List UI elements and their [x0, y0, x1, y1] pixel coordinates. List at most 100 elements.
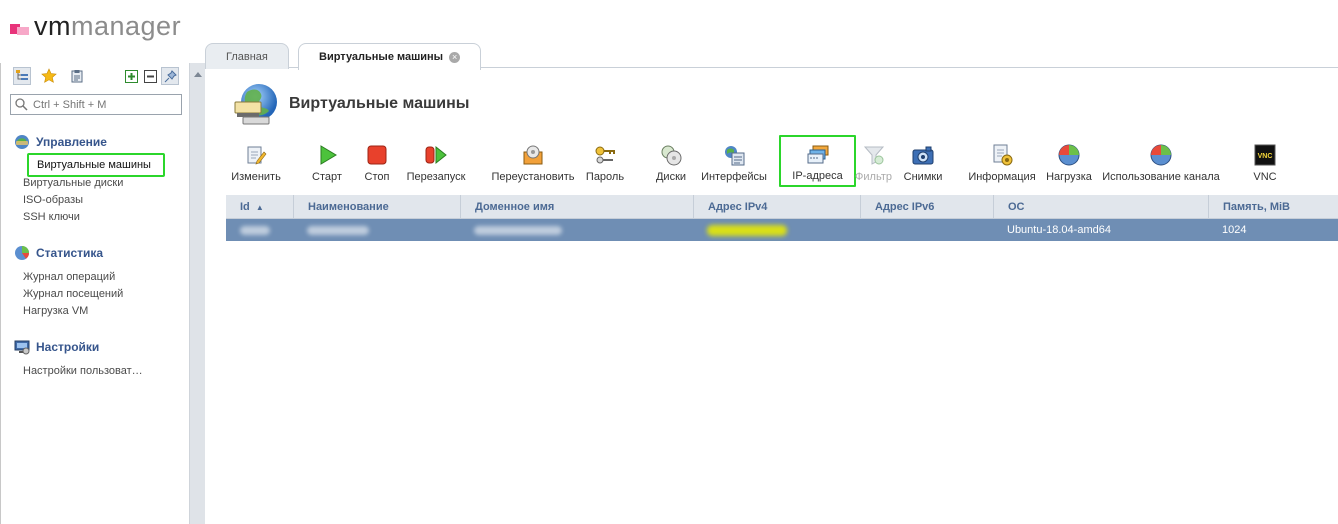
tab-virtual-machines-label: Виртуальные машины — [319, 51, 444, 63]
restart-button[interactable]: Перезапуск — [406, 144, 466, 186]
info-button[interactable]: Информация — [968, 144, 1036, 186]
pin-icon[interactable] — [161, 67, 179, 85]
load-button-label: Нагрузка — [1046, 171, 1092, 183]
load-button[interactable]: Нагрузка — [1046, 144, 1092, 186]
password-button[interactable]: Пароль — [585, 144, 625, 186]
ip-addresses-button[interactable]: IP-адреса — [779, 135, 856, 187]
section-management[interactable]: Управление — [14, 133, 107, 151]
clipboard-icon[interactable] — [68, 67, 86, 85]
logo-text-vm: vm — [34, 10, 71, 41]
cell-memory: 1024 — [1222, 224, 1247, 236]
camera-icon — [912, 146, 934, 165]
search-box[interactable] — [10, 94, 182, 115]
sidebar-item-user-settings[interactable]: Настройки пользоват… — [23, 365, 143, 377]
redacted-ipv4 — [707, 224, 787, 236]
restart-button-label: Перезапуск — [406, 171, 466, 183]
sidebar-item-vm-load[interactable]: Нагрузка VM — [23, 305, 88, 317]
sort-ascending-icon: ▲ — [255, 203, 264, 212]
table-row[interactable]: Ubuntu-18.04-amd64 1024 — [226, 219, 1338, 241]
stop-button[interactable]: Стоп — [362, 144, 392, 186]
section-title-statistics: Статистика — [36, 246, 104, 260]
cell-ipv4 — [693, 219, 860, 241]
sidebar-splitter[interactable] — [189, 63, 205, 524]
filter-button-label: Фильтр — [855, 171, 892, 183]
sidebar-item-operations-log[interactable]: Журнал операций — [23, 271, 115, 283]
interfaces-button-label: Интерфейсы — [701, 171, 767, 183]
edit-button[interactable]: Изменить — [231, 144, 281, 186]
tab-virtual-machines[interactable]: Виртуальные машины × — [298, 43, 482, 70]
vmmanager-logo: vmmanager — [8, 10, 181, 42]
stop-button-label: Стоп — [364, 171, 390, 183]
interfaces-button[interactable]: Интерфейсы — [700, 144, 768, 186]
table-header: Id ▲ Наименование Доменное имя Адрес IPv… — [226, 195, 1338, 219]
section-statistics[interactable]: Статистика — [14, 244, 103, 262]
expand-all-icon[interactable] — [122, 67, 140, 85]
favorites-star-icon[interactable] — [40, 67, 58, 85]
close-tab-icon[interactable]: × — [449, 51, 461, 63]
svg-text:VNC: VNC — [1258, 153, 1273, 160]
vnc-button[interactable]: VNC VNC — [1250, 144, 1280, 186]
page-title: Виртуальные машины — [289, 95, 470, 112]
pie-chart-icon — [1058, 144, 1080, 166]
tree-view-icon[interactable] — [13, 67, 31, 85]
search-input[interactable] — [33, 97, 173, 112]
stop-icon — [367, 145, 387, 165]
filter-button[interactable]: Фильтр — [855, 144, 892, 186]
search-icon — [15, 98, 28, 114]
virtual-machines-page-icon — [233, 82, 281, 131]
management-icon — [15, 135, 29, 149]
channel-usage-button[interactable]: Использование канала — [1102, 144, 1220, 186]
sidebar-item-iso-images[interactable]: ISO-образы — [23, 194, 83, 206]
reinstall-icon — [523, 145, 543, 165]
cell-id — [226, 219, 293, 241]
section-title-management: Управление — [36, 135, 107, 149]
section-settings[interactable]: Настройки — [14, 338, 99, 356]
cell-ipv6 — [860, 219, 993, 241]
logo-mark — [8, 15, 30, 37]
sidebar: Управление Виртуальные машины Виртуальны… — [0, 63, 189, 524]
sidebar-item-virtual-machines[interactable]: Виртуальные машины — [27, 153, 165, 177]
column-header-ipv4[interactable]: Адрес IPv4 — [693, 195, 860, 219]
reinstall-button-label: Переустановить — [491, 171, 575, 183]
column-header-os[interactable]: ОС — [993, 195, 1208, 219]
tab-bar: Главная Виртуальные машины × — [205, 40, 1338, 70]
tab-home[interactable]: Главная — [205, 43, 289, 69]
column-header-ipv6[interactable]: Адрес IPv6 — [860, 195, 993, 219]
logo-text-manager: manager — [71, 10, 182, 41]
key-icon — [595, 146, 615, 164]
column-header-id[interactable]: Id ▲ — [226, 195, 293, 219]
filter-icon — [863, 146, 884, 165]
column-header-name[interactable]: Наименование — [293, 195, 460, 219]
statistics-icon — [15, 246, 29, 260]
scroll-up-arrow-icon[interactable] — [194, 72, 202, 77]
collapse-all-icon[interactable] — [141, 67, 159, 85]
vm-table: Id ▲ Наименование Доменное имя Адрес IPv… — [226, 195, 1338, 241]
play-icon — [320, 145, 337, 165]
snapshots-button[interactable]: Снимки — [903, 144, 943, 186]
sidebar-item-virtual-disks[interactable]: Виртуальные диски — [23, 177, 123, 189]
network-interfaces-icon — [725, 146, 745, 166]
redacted-domain — [474, 225, 562, 235]
pie-chart-icon — [1150, 144, 1172, 166]
ip-addresses-icon — [807, 145, 828, 164]
reinstall-button[interactable]: Переустановить — [491, 144, 575, 186]
vnc-button-label: VNC — [1253, 171, 1277, 183]
channel-usage-button-label: Использование канала — [1102, 171, 1220, 183]
cell-name — [293, 219, 460, 241]
vnc-console-icon: VNC — [1254, 144, 1276, 166]
cell-os: Ubuntu-18.04-amd64 — [1007, 224, 1111, 236]
start-button[interactable]: Старт — [310, 144, 344, 186]
redacted-id — [240, 225, 270, 235]
disks-button-label: Диски — [655, 171, 687, 183]
redacted-name — [307, 225, 369, 235]
sidebar-item-ssh-keys[interactable]: SSH ключи — [23, 211, 80, 223]
column-header-domain[interactable]: Доменное имя — [460, 195, 693, 219]
restart-icon — [425, 145, 447, 165]
sidebar-item-visits-log[interactable]: Журнал посещений — [23, 288, 123, 300]
disks-icon — [661, 145, 682, 166]
edit-icon — [247, 146, 267, 165]
start-button-label: Старт — [312, 171, 342, 183]
info-icon — [993, 144, 1013, 166]
disks-button[interactable]: Диски — [655, 144, 687, 186]
column-header-memory[interactable]: Память, MiB — [1208, 195, 1338, 219]
